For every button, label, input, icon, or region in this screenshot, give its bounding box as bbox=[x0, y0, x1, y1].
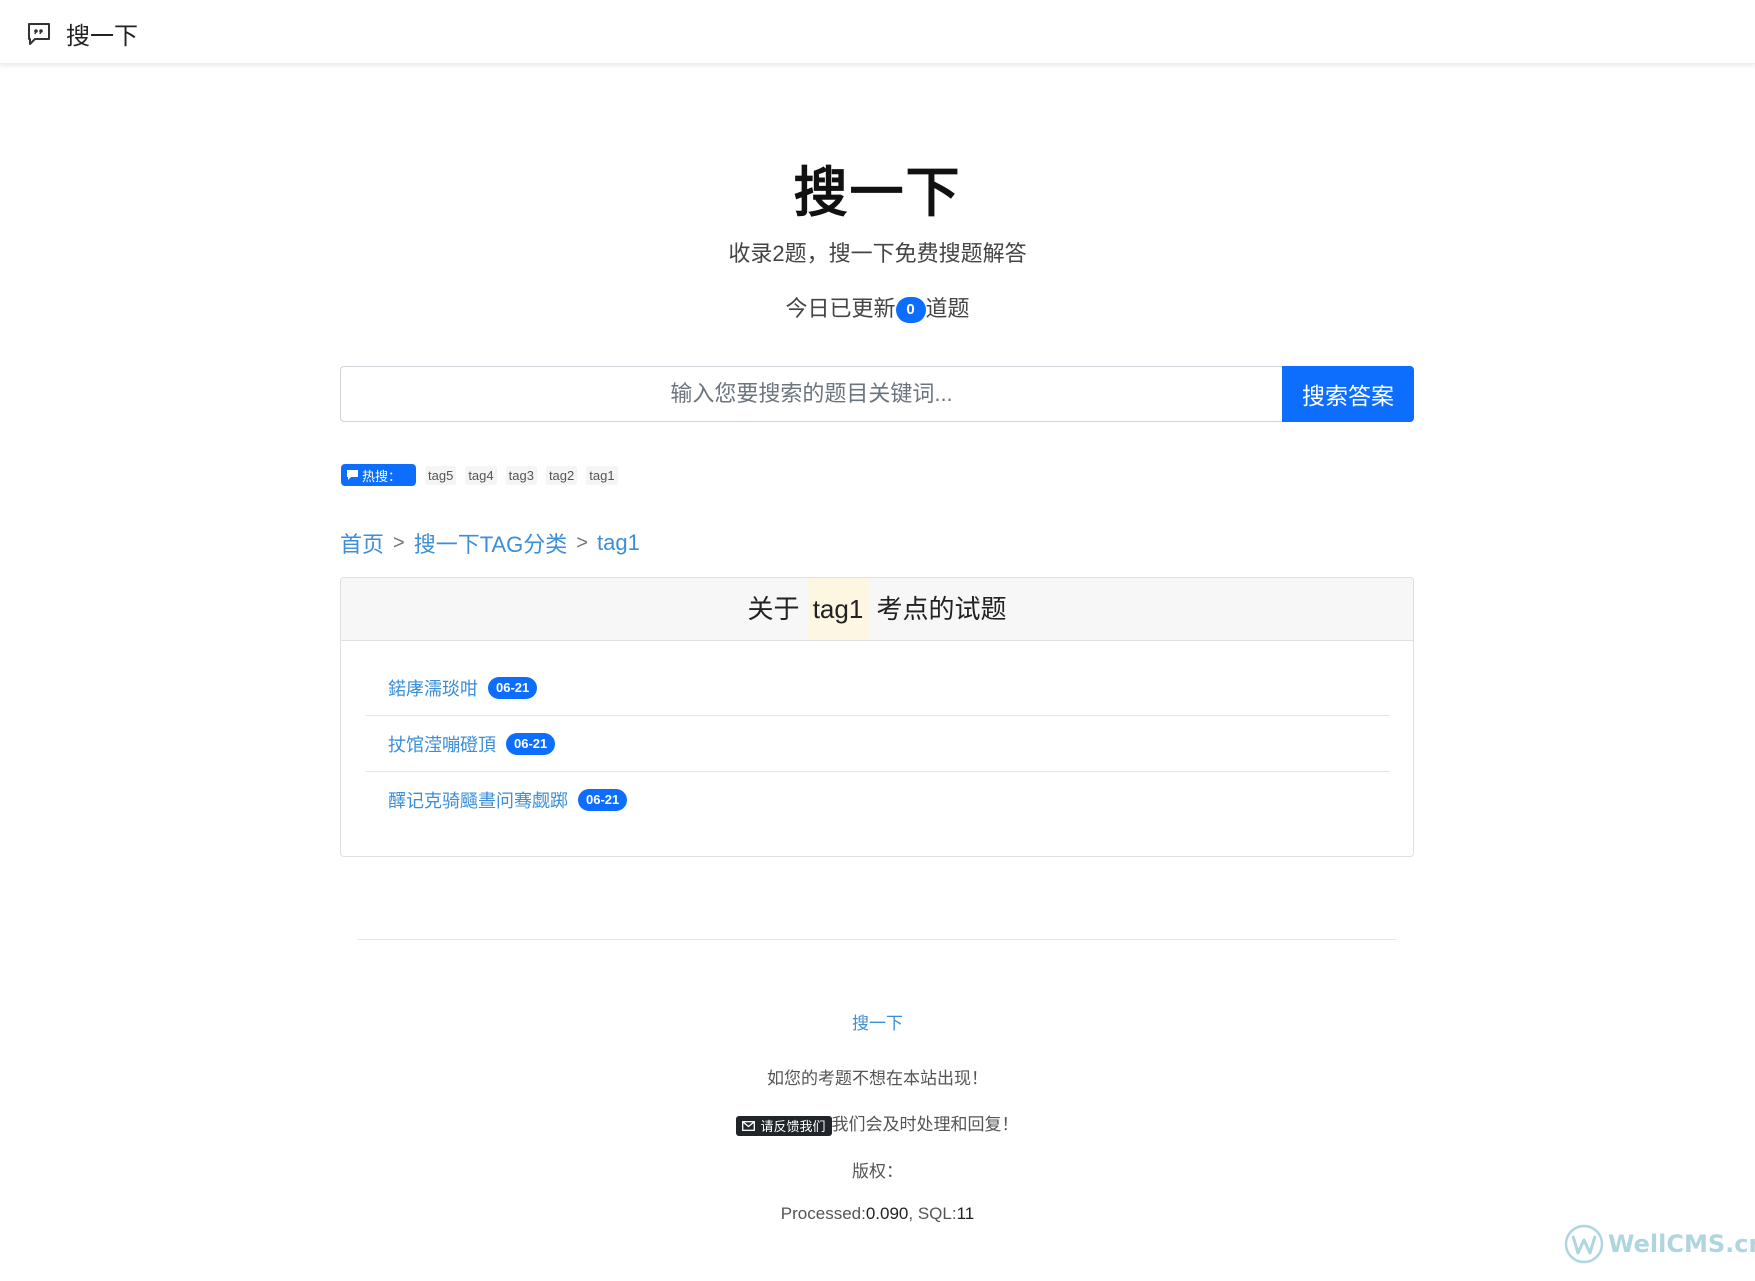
footer-copyright: 版权： bbox=[852, 1162, 903, 1181]
breadcrumb-separator: > bbox=[576, 531, 588, 554]
card-title-prefix: 关于 bbox=[747, 594, 800, 624]
hot-search-row: 热搜： tag5 tag4 tag3 tag2 tag1 bbox=[341, 464, 618, 486]
footer-site-link[interactable]: 搜一下 bbox=[852, 1014, 903, 1033]
footer-notice: 如您的考题不想在本站出现！ bbox=[767, 1069, 988, 1088]
hot-tag[interactable]: tag5 bbox=[425, 465, 457, 485]
hot-search-label: 热搜： bbox=[362, 468, 402, 484]
hot-tag[interactable]: tag3 bbox=[505, 465, 537, 485]
processed-value: 0.090 bbox=[865, 1204, 909, 1223]
chat-quote-icon bbox=[26, 21, 52, 47]
sql-value: 11 bbox=[956, 1204, 975, 1223]
question-list: 鍩庨濡琰咁 06-21 扙馆滢嘣磴頂 06-21 醳记克骑颾晝问骞觑踯 06-2… bbox=[366, 676, 1390, 828]
footer-stats: Processed:0.090, SQL:11 bbox=[0, 1204, 1755, 1224]
card-title-suffix: 考点的试题 bbox=[876, 594, 1007, 624]
date-badge: 06-21 bbox=[578, 789, 628, 811]
hot-tag[interactable]: tag2 bbox=[545, 465, 578, 485]
search-button[interactable]: 搜索答案 bbox=[1282, 366, 1414, 422]
footer-divider bbox=[358, 939, 1396, 940]
chat-icon bbox=[347, 470, 358, 480]
hot-tag[interactable]: tag4 bbox=[465, 465, 497, 485]
date-badge: 06-21 bbox=[488, 676, 538, 699]
page-title: 搜一下 bbox=[793, 163, 962, 223]
wellcms-logo-icon bbox=[1564, 1224, 1604, 1264]
date-badge: 06-21 bbox=[506, 732, 556, 755]
footer-feedback-line: 请反馈我们 我们会及时处理和回复！ bbox=[0, 1110, 1755, 1136]
page-subtitle: 收录2题，搜一下免费搜题解答 bbox=[728, 241, 1027, 266]
feedback-button-label: 请反馈我们 bbox=[760, 1119, 826, 1135]
question-link[interactable]: 醳记克骑颾晝问骞觑踯 bbox=[388, 787, 568, 813]
search-input[interactable] bbox=[340, 366, 1282, 422]
footer-site-line: 搜一下 bbox=[0, 1009, 1755, 1034]
feedback-button[interactable]: 请反馈我们 bbox=[736, 1115, 832, 1136]
today-suffix: 道题 bbox=[925, 296, 970, 321]
today-count-badge: 0 bbox=[895, 297, 926, 324]
breadcrumb-current[interactable]: tag1 bbox=[597, 530, 640, 556]
processed-label: Processed: bbox=[780, 1204, 866, 1223]
brand-text: 搜一下 bbox=[66, 23, 138, 50]
list-item: 醳记克骑颾晝问骞觑踯 06-21 bbox=[366, 772, 1390, 828]
question-list-card: 关于 tag1 考点的试题 鍩庨濡琰咁 06-21 扙馆滢嘣磴頂 06-21 醳… bbox=[340, 577, 1414, 857]
card-header: 关于 tag1 考点的试题 bbox=[341, 578, 1413, 641]
sql-label: , SQL: bbox=[908, 1204, 957, 1223]
watermark-text: WellCMS.cn bbox=[1608, 1230, 1755, 1258]
list-item: 鍩庨濡琰咁 06-21 bbox=[366, 660, 1390, 716]
breadcrumb: 首页 > 搜一下TAG分类 > tag1 bbox=[340, 527, 640, 559]
list-item: 扙馆滢嘣磴頂 06-21 bbox=[366, 716, 1390, 772]
card-title-tag: tag1 bbox=[806, 578, 870, 640]
feedback-suffix: 我们会及时处理和回复！ bbox=[831, 1115, 1019, 1134]
hot-tag[interactable]: tag1 bbox=[586, 465, 618, 485]
question-link[interactable]: 扙馆滢嘣磴頂 bbox=[388, 731, 496, 757]
question-link[interactable]: 鍩庨濡琰咁 bbox=[388, 675, 478, 701]
brand-link[interactable]: 搜一下 bbox=[26, 16, 138, 51]
wellcms-watermark: WellCMS.cn bbox=[1564, 1224, 1755, 1264]
search-form: 搜索答案 bbox=[340, 366, 1414, 422]
breadcrumb-home[interactable]: 首页 bbox=[340, 527, 384, 559]
today-prefix: 今日已更新 bbox=[785, 296, 896, 321]
top-navbar: 搜一下 bbox=[0, 0, 1755, 64]
today-update-line: 今日已更新 0 道题 bbox=[0, 291, 1755, 324]
breadcrumb-separator: > bbox=[393, 531, 405, 554]
breadcrumb-category[interactable]: 搜一下TAG分类 bbox=[414, 527, 568, 559]
hot-search-badge: 热搜： bbox=[341, 464, 416, 486]
envelope-icon bbox=[742, 1120, 756, 1131]
